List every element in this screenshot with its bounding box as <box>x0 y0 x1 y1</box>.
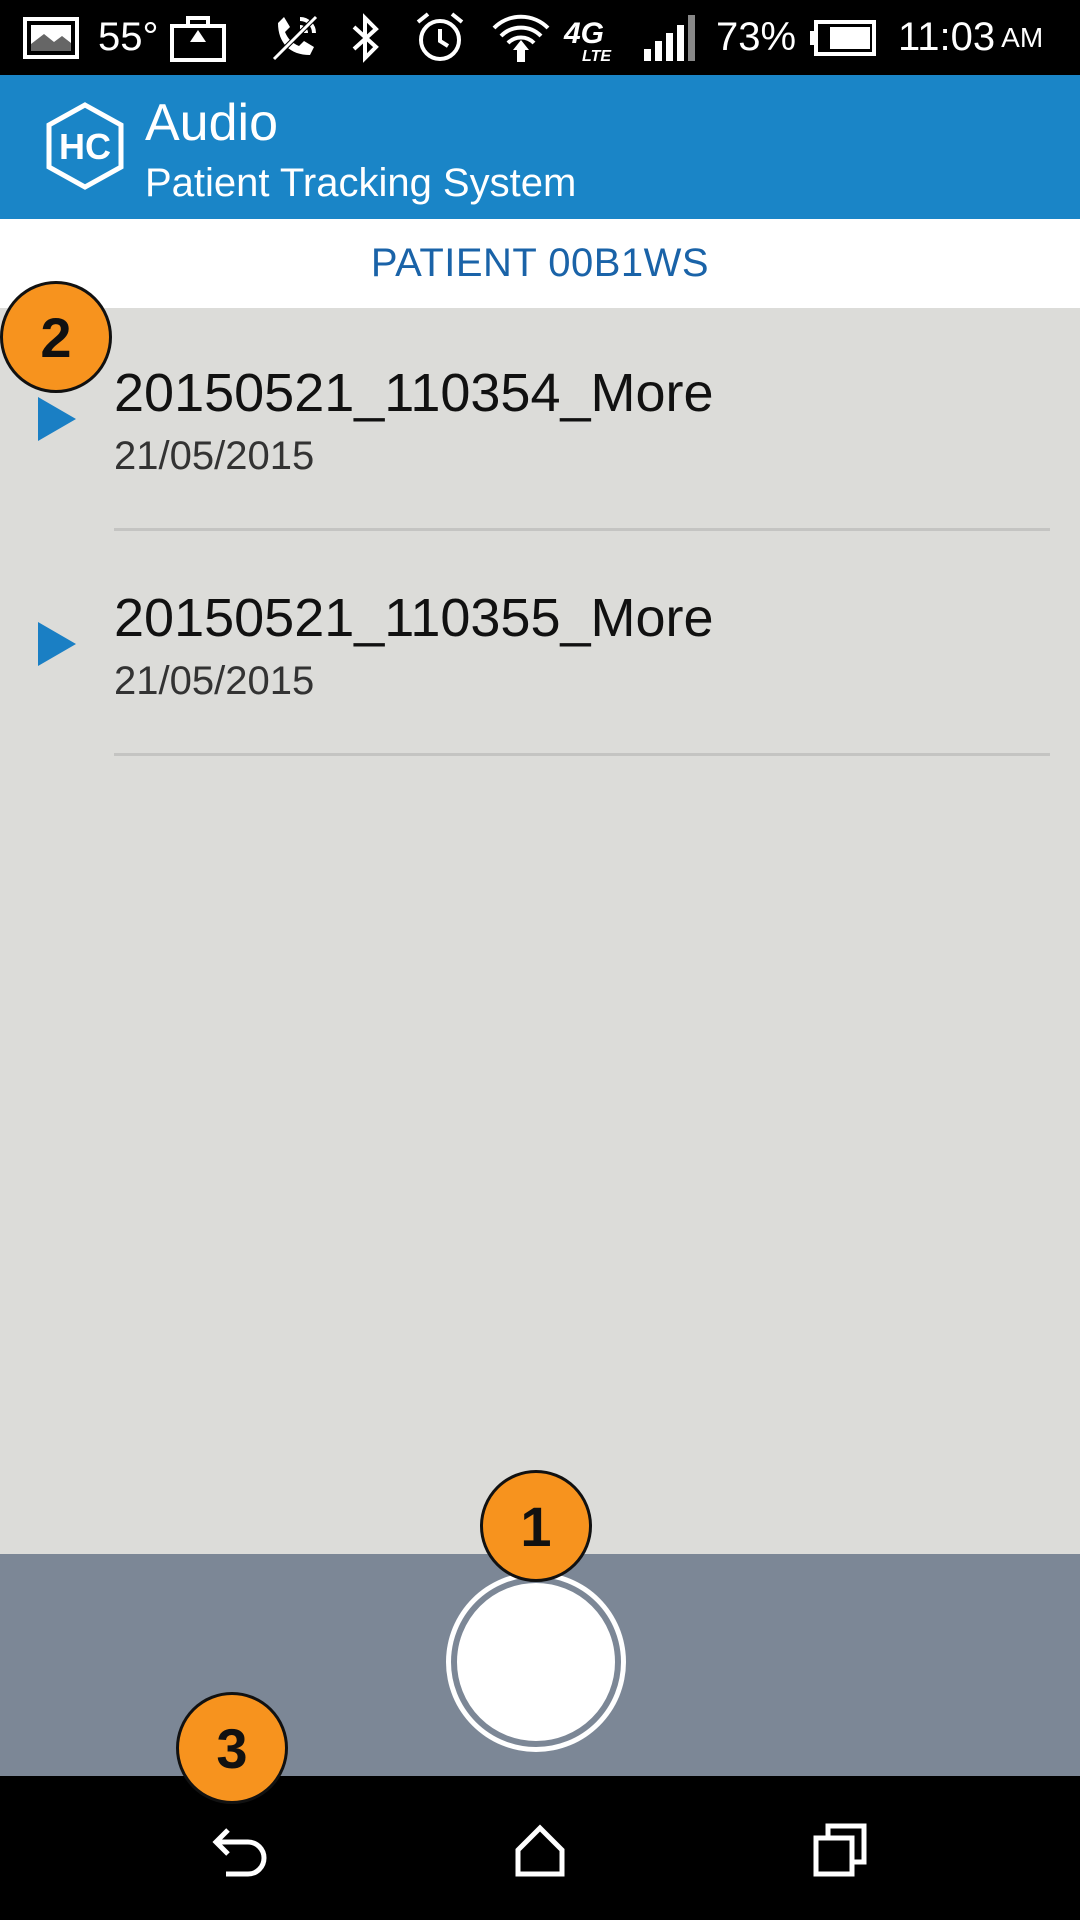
mute-call-icon <box>268 0 322 75</box>
svg-text:4G: 4G <box>563 17 604 50</box>
home-icon[interactable] <box>500 1810 580 1890</box>
patient-label: PATIENT 00B1WS <box>370 241 710 285</box>
briefcase-icon <box>168 0 228 75</box>
status-bar: 55° 4G LTE 73% 11:03 AM <box>0 0 1080 75</box>
gallery-icon <box>22 0 80 75</box>
logo-text: HC <box>59 126 111 167</box>
svg-text:LTE: LTE <box>582 48 612 65</box>
callout-marker: 3 <box>176 1692 288 1804</box>
alarm-icon <box>412 0 468 75</box>
temperature-text: 55° <box>98 15 159 59</box>
app-logo[interactable]: HC <box>44 101 126 191</box>
patient-header: PATIENT 00B1WS <box>0 219 1080 308</box>
recording-name: 20150521_110354_More <box>114 363 714 423</box>
callout-marker: 2 <box>0 281 112 393</box>
callout-marker: 1 <box>480 1470 592 1582</box>
lte-icon: 4G LTE <box>562 0 626 75</box>
recents-icon[interactable] <box>800 1810 880 1890</box>
battery-icon <box>808 0 878 75</box>
bluetooth-icon <box>348 0 384 75</box>
battery-percent: 73% <box>716 15 797 59</box>
recording-date: 21/05/2015 <box>114 434 315 478</box>
app-title: Audio <box>145 94 278 152</box>
app-bar: HC Audio Patient Tracking System <box>0 75 1080 219</box>
play-icon[interactable] <box>38 397 76 441</box>
clock-time: 11:03 <box>898 15 996 59</box>
list-item[interactable]: 20150521_110354_More 21/05/2015 <box>0 308 1080 533</box>
play-icon[interactable] <box>38 622 76 666</box>
app-subtitle: Patient Tracking System <box>145 161 577 205</box>
wifi-icon <box>490 0 552 75</box>
signal-icon <box>640 0 700 75</box>
list-divider <box>114 753 1050 756</box>
clock-ampm: AM <box>1001 21 1044 53</box>
list-item[interactable]: 20150521_110355_More 21/05/2015 <box>0 533 1080 758</box>
recording-name: 20150521_110355_More <box>114 588 714 648</box>
record-button[interactable] <box>451 1577 621 1747</box>
recording-date: 21/05/2015 <box>114 659 315 703</box>
back-icon[interactable] <box>200 1810 280 1890</box>
list-divider <box>114 528 1050 531</box>
